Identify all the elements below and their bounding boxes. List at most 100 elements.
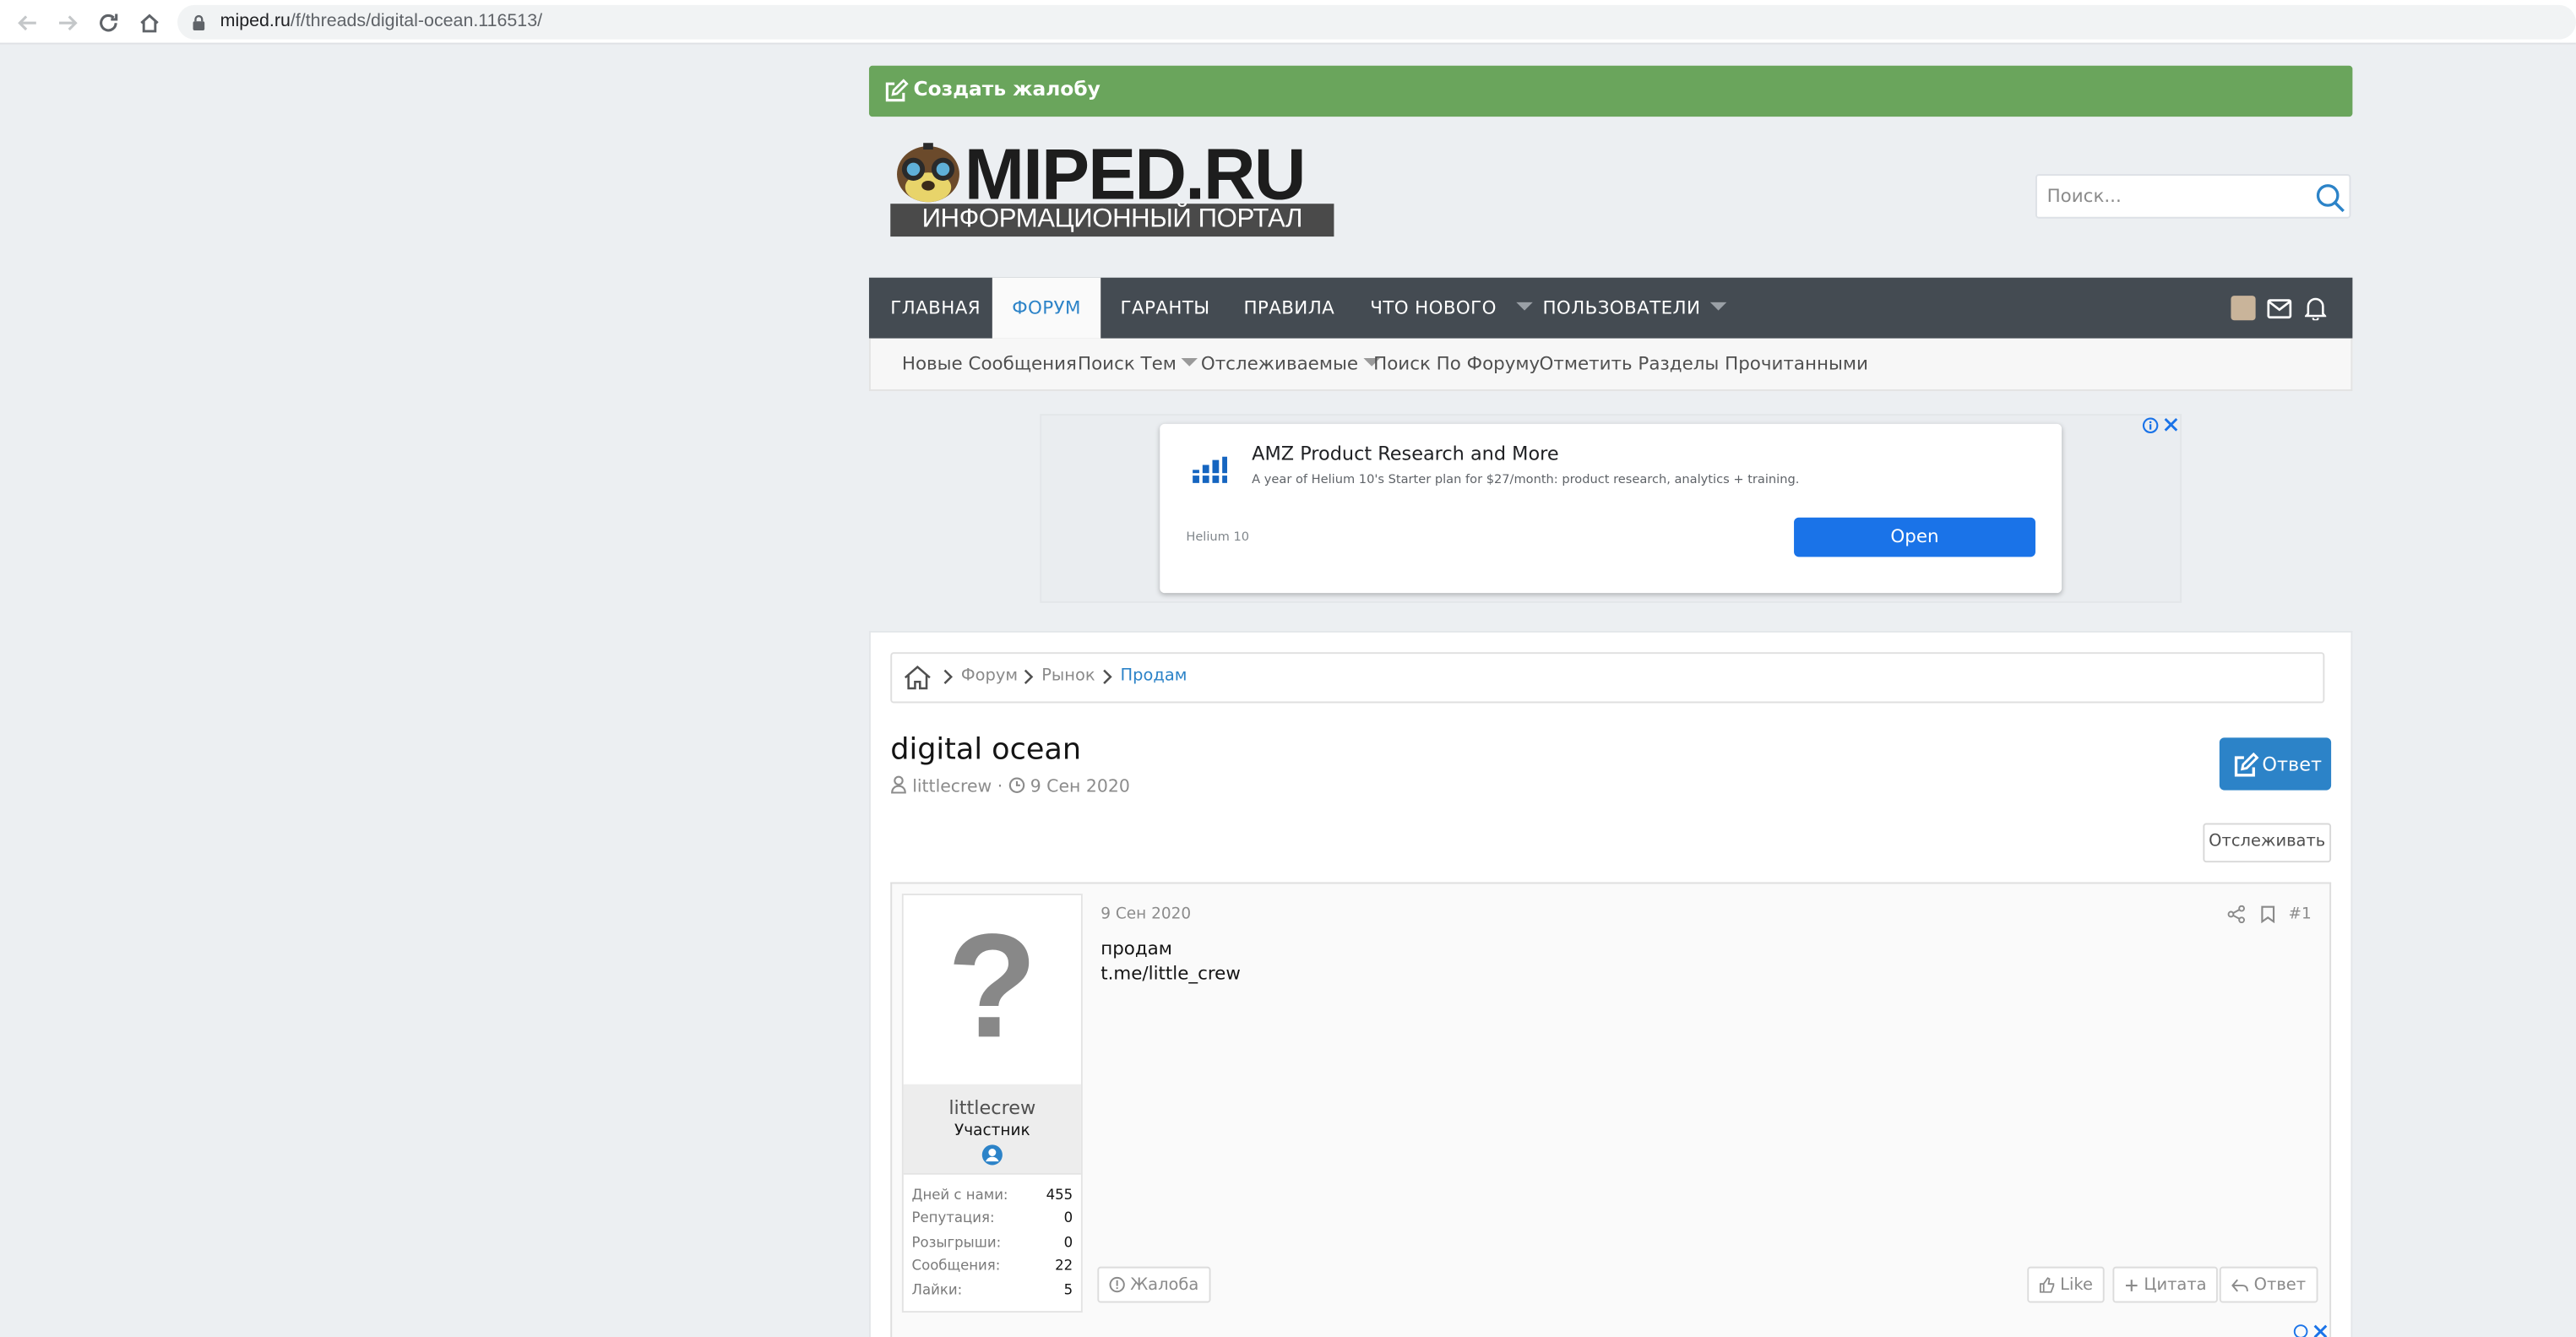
nav-item-home[interactable]: ГЛАВНАЯ (890, 278, 981, 339)
quote-label: Цитата (2144, 1275, 2207, 1294)
chevron-down-icon[interactable] (1181, 358, 1198, 367)
user-icon (890, 775, 906, 794)
mail-icon[interactable] (2265, 296, 2291, 320)
stat-label: Репутация: (911, 1210, 995, 1227)
forward-arrow-icon[interactable] (54, 10, 80, 36)
quote-button[interactable]: Цитата (2112, 1266, 2219, 1303)
stat-label: Дней с нами: (911, 1188, 1008, 1204)
stat-label: Розыгрыши: (911, 1235, 1002, 1253)
stat-reputation: Репутация: 0 (912, 1211, 1073, 1227)
bell-icon[interactable] (2303, 294, 2328, 320)
post-line: продам (1101, 938, 1172, 959)
url-text: miped.ru/f/threads/digital-ocean.116513/ (220, 12, 542, 31)
stat-giveaways: Розыгрыши: 0 (912, 1236, 1073, 1252)
subnav-new-posts[interactable]: Новые Сообщения (902, 353, 1077, 374)
nav-item-forum[interactable]: ФОРУМ (992, 277, 1101, 339)
url-path: /f/threads/digital-ocean.116513/ (290, 11, 543, 31)
post-username[interactable]: littlecrew (904, 1095, 1081, 1118)
search-box (2035, 174, 2351, 219)
thumbs-up-icon (2039, 1277, 2055, 1293)
thread-author[interactable]: littlecrew (912, 777, 992, 796)
info-icon[interactable] (2293, 1323, 2308, 1337)
stat-label: Лайки: (911, 1283, 963, 1300)
stat-label: Сообщения: (911, 1258, 1001, 1275)
clock-icon (1008, 777, 1024, 793)
logo-subtitle: ИНФОРМАЦИОННЫЙ ПОРТАЛ (890, 204, 1334, 237)
info-icon[interactable] (2140, 416, 2158, 433)
stat-value: 22 (1055, 1258, 1073, 1275)
create-complaint-button[interactable]: Создать жалобу (868, 65, 2353, 117)
nav-item-guarantors[interactable]: ГАРАНТЫ (1121, 278, 1210, 339)
like-button[interactable]: Like (2027, 1266, 2105, 1303)
subnav-label-watched: Отслеживаемые (1200, 353, 1359, 375)
complaint-label: Создать жалобу (913, 77, 1101, 101)
thread-meta: littlecrew · 9 Сен 2020 (890, 775, 1130, 796)
thread-date[interactable]: 9 Сен 2020 (1030, 777, 1130, 796)
nav-label-whats-new: ЧТО НОВОГО (1370, 297, 1497, 319)
like-label: Like (2060, 1275, 2093, 1294)
report-button[interactable]: Жалоба (1097, 1266, 1210, 1303)
divider (903, 1172, 1081, 1175)
viewport: miped.ru/f/threads/digital-ocean.116513/… (0, 0, 2576, 1337)
stat-value: 0 (1063, 1235, 1073, 1253)
logo-wordmark: MIPED.RU (964, 134, 1307, 215)
lock-icon (191, 14, 207, 33)
home-icon[interactable] (136, 10, 162, 36)
ad-open-button[interactable]: Open (1794, 517, 2035, 557)
nav-item-users[interactable]: ПОЛЬЗОВАТЕЛИ (1542, 278, 1727, 339)
subnav-search-forum[interactable]: Поиск По Форуму (1373, 353, 1540, 374)
search-icon[interactable] (2313, 181, 2346, 214)
close-icon[interactable] (2162, 416, 2180, 433)
breadcrumb-sell[interactable]: Продам (1121, 667, 1187, 685)
user-role: Участник (954, 1122, 1030, 1140)
stat-value: 0 (1063, 1210, 1073, 1227)
ad-title[interactable]: AMZ Product Research and More (1252, 442, 1558, 465)
stat-value: 5 (1063, 1283, 1073, 1300)
search-input[interactable] (2036, 176, 2301, 217)
subnav-search-threads[interactable]: Поиск Тем (1078, 353, 1198, 374)
post-reply-button[interactable]: Ответ (2219, 1266, 2318, 1303)
site-logo[interactable]: MIPED.RU ИНФОРМАЦИОННЫЙ ПОРТАЛ (890, 134, 1334, 240)
chevron-right-icon (942, 667, 955, 687)
home-icon[interactable] (902, 664, 932, 692)
info-icon (1109, 1276, 1125, 1293)
back-arrow-icon[interactable] (15, 10, 41, 36)
url-host: miped.ru (220, 11, 291, 31)
reload-icon[interactable] (95, 10, 122, 36)
subnav-mark-read[interactable]: Отметить Разделы Прочитанными (1540, 353, 1868, 374)
avatar[interactable]: ? (903, 895, 1081, 1084)
close-icon[interactable] (2313, 1323, 2329, 1337)
chevron-right-icon (1022, 667, 1035, 687)
reply-button-label: Ответ (2262, 752, 2323, 776)
chevron-down-icon[interactable] (1710, 302, 1727, 311)
post-reply-label: Ответ (2253, 1275, 2307, 1294)
chevron-right-icon (1101, 667, 1114, 687)
breadcrumb-market[interactable]: Рынок (1041, 667, 1095, 685)
edit-icon (2231, 751, 2258, 779)
stat-days: Дней с нами: 455 (912, 1188, 1073, 1204)
reply-button[interactable]: Ответ (2219, 737, 2332, 791)
share-icon[interactable] (2226, 904, 2246, 923)
plus-icon (2125, 1279, 2138, 1291)
chevron-down-icon[interactable] (1516, 302, 1533, 311)
stat-messages: Сообщения: 22 (912, 1258, 1073, 1274)
stat-value: 455 (1046, 1188, 1073, 1204)
watch-button[interactable]: Отслеживать (2203, 823, 2332, 863)
mascot-icon (890, 138, 965, 207)
bookmark-icon[interactable] (2258, 904, 2277, 923)
ad-logo-icon (1191, 455, 1227, 485)
ad-description: A year of Helium 10's Starter plan for $… (1252, 471, 1800, 486)
nav-item-rules[interactable]: ПРАВИЛА (1243, 278, 1334, 339)
avatar[interactable] (2231, 296, 2256, 321)
post-body: продам t.me/little_crew (1101, 937, 1241, 986)
ad-brand: Helium 10 (1186, 529, 1250, 544)
post-number[interactable]: #1 (2289, 905, 2312, 923)
breadcrumb-forum[interactable]: Форум (961, 667, 1018, 685)
page-title: digital ocean (890, 732, 1082, 768)
nav-label-users: ПОЛЬЗОВАТЕЛИ (1542, 297, 1701, 319)
subnav-watched[interactable]: Отслеживаемые (1200, 353, 1380, 375)
user-badge-icon (979, 1142, 1005, 1166)
post-date[interactable]: 9 Сен 2020 (1101, 905, 1191, 923)
report-label: Жалоба (1130, 1275, 1199, 1294)
nav-item-whats-new[interactable]: ЧТО НОВОГО (1370, 278, 1533, 339)
